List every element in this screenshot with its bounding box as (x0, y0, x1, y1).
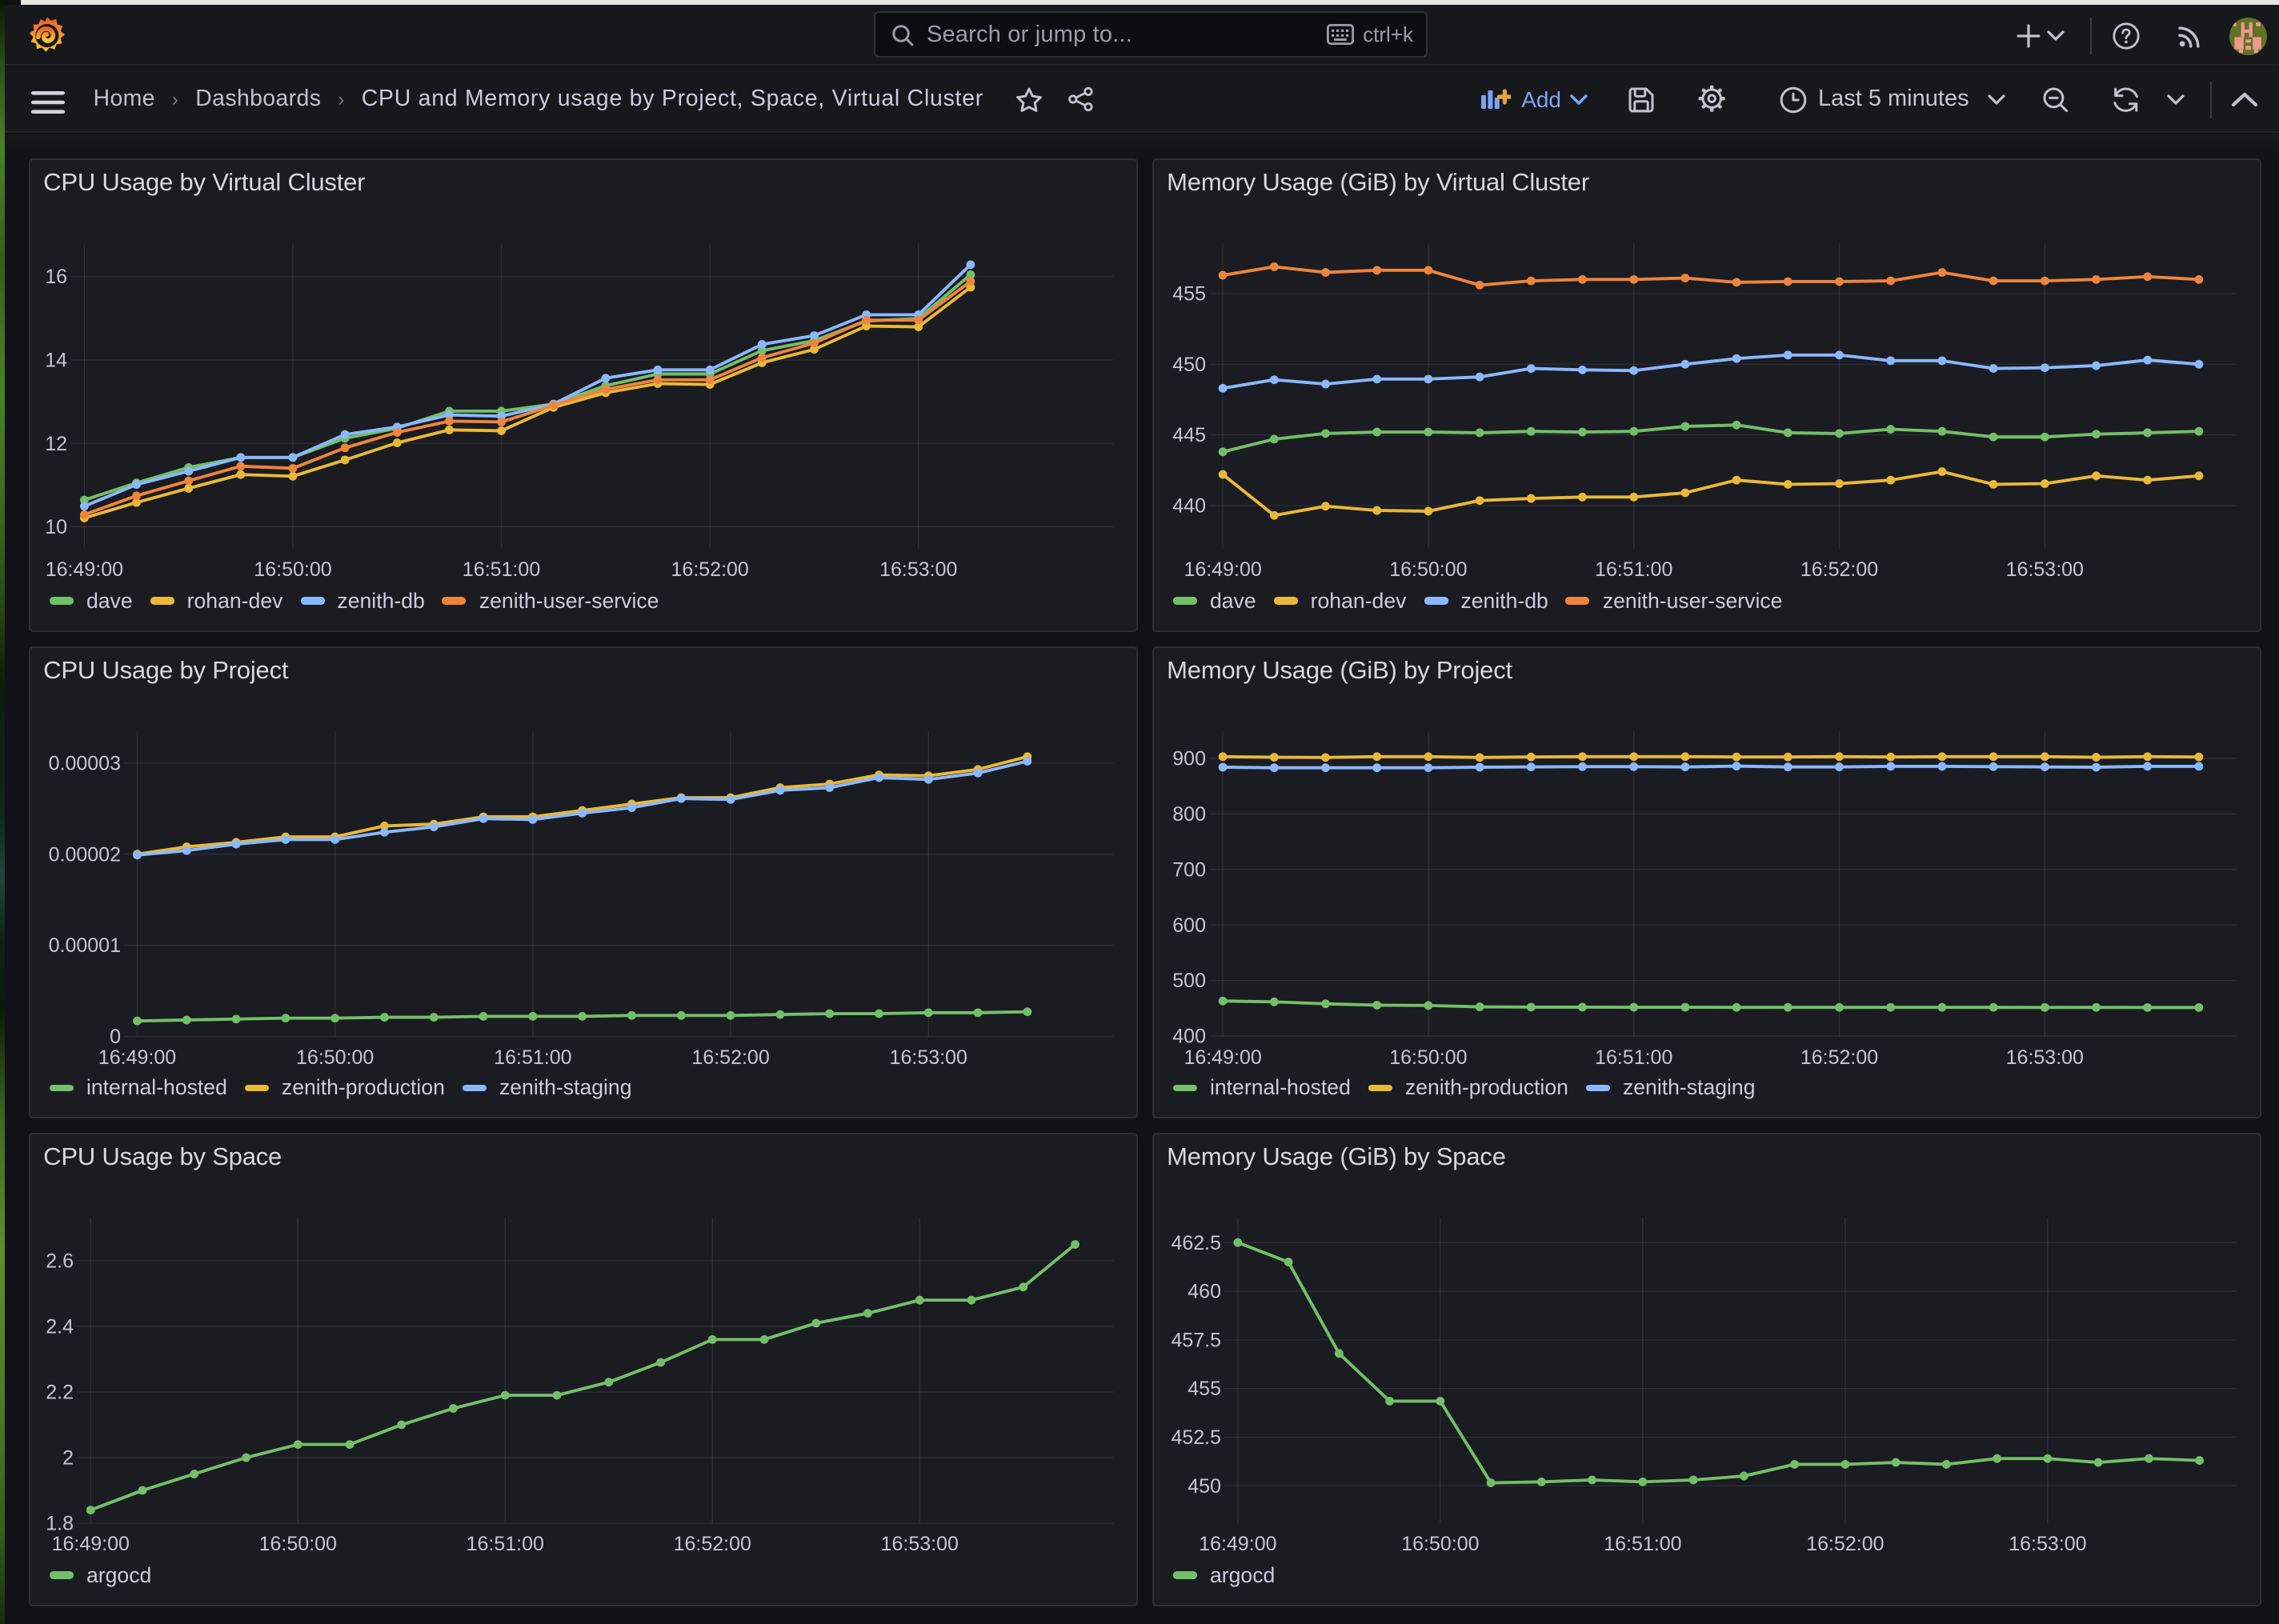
svg-text:0: 0 (110, 1026, 122, 1048)
svg-text:16:49:00: 16:49:00 (1184, 1046, 1262, 1069)
svg-text:16:51:00: 16:51:00 (467, 1534, 545, 1556)
svg-text:16:51:00: 16:51:00 (1596, 559, 1673, 582)
svg-text:2.4: 2.4 (46, 1317, 74, 1339)
svg-text:462.5: 462.5 (1172, 1233, 1222, 1255)
svg-text:460: 460 (1188, 1282, 1222, 1304)
svg-text:16:49:00: 16:49:00 (1184, 559, 1262, 582)
svg-text:500: 500 (1173, 970, 1207, 992)
svg-text:16:53:00: 16:53:00 (882, 1534, 959, 1556)
svg-text:16:52:00: 16:52:00 (1807, 1534, 1884, 1556)
svg-text:16:51:00: 16:51:00 (495, 1046, 572, 1069)
svg-text:16: 16 (46, 266, 68, 289)
svg-text:16:50:00: 16:50:00 (1390, 559, 1468, 582)
svg-text:16:50:00: 16:50:00 (1402, 1534, 1480, 1556)
svg-text:455: 455 (1173, 284, 1207, 306)
svg-text:400: 400 (1173, 1026, 1207, 1048)
svg-text:0.00003: 0.00003 (50, 752, 122, 774)
svg-text:440: 440 (1173, 495, 1207, 518)
svg-text:2: 2 (63, 1448, 74, 1470)
svg-text:452.5: 452.5 (1172, 1427, 1222, 1450)
svg-text:16:50:00: 16:50:00 (1390, 1046, 1468, 1069)
svg-text:16:51:00: 16:51:00 (1604, 1534, 1682, 1556)
svg-text:16:52:00: 16:52:00 (1801, 559, 1879, 582)
svg-text:16:51:00: 16:51:00 (1596, 1046, 1673, 1069)
svg-text:16:49:00: 16:49:00 (46, 559, 124, 582)
svg-text:16:53:00: 16:53:00 (2007, 559, 2085, 582)
svg-text:10: 10 (46, 517, 68, 539)
svg-text:16:49:00: 16:49:00 (1200, 1534, 1277, 1556)
svg-text:16:51:00: 16:51:00 (463, 559, 541, 582)
svg-text:14: 14 (46, 350, 68, 372)
svg-text:2.6: 2.6 (46, 1251, 74, 1274)
svg-text:16:49:00: 16:49:00 (53, 1534, 130, 1556)
svg-text:16:52:00: 16:52:00 (1801, 1046, 1879, 1069)
svg-text:700: 700 (1173, 858, 1207, 881)
svg-text:16:50:00: 16:50:00 (254, 559, 332, 582)
svg-text:0.00002: 0.00002 (50, 843, 122, 866)
svg-text:900: 900 (1173, 747, 1207, 770)
svg-text:16:53:00: 16:53:00 (880, 559, 958, 582)
svg-text:16:52:00: 16:52:00 (692, 1046, 770, 1069)
svg-text:16:53:00: 16:53:00 (2007, 1046, 2085, 1069)
svg-text:16:53:00: 16:53:00 (2009, 1534, 2087, 1556)
svg-text:16:50:00: 16:50:00 (260, 1534, 338, 1556)
svg-text:450: 450 (1173, 354, 1207, 377)
svg-text:450: 450 (1188, 1476, 1222, 1498)
svg-text:16:49:00: 16:49:00 (99, 1046, 177, 1069)
svg-text:16:53:00: 16:53:00 (891, 1046, 968, 1069)
svg-text:455: 455 (1188, 1378, 1222, 1401)
svg-text:2.2: 2.2 (46, 1382, 74, 1405)
svg-text:16:50:00: 16:50:00 (297, 1046, 374, 1069)
svg-text:16:52:00: 16:52:00 (675, 1534, 752, 1556)
svg-text:1.8: 1.8 (46, 1514, 74, 1536)
svg-text:600: 600 (1173, 914, 1207, 937)
svg-text:0.00001: 0.00001 (50, 934, 122, 957)
svg-text:12: 12 (46, 434, 68, 456)
svg-text:800: 800 (1173, 803, 1207, 826)
svg-text:457.5: 457.5 (1172, 1330, 1222, 1352)
svg-text:445: 445 (1173, 425, 1207, 447)
svg-text:16:52:00: 16:52:00 (671, 559, 749, 582)
